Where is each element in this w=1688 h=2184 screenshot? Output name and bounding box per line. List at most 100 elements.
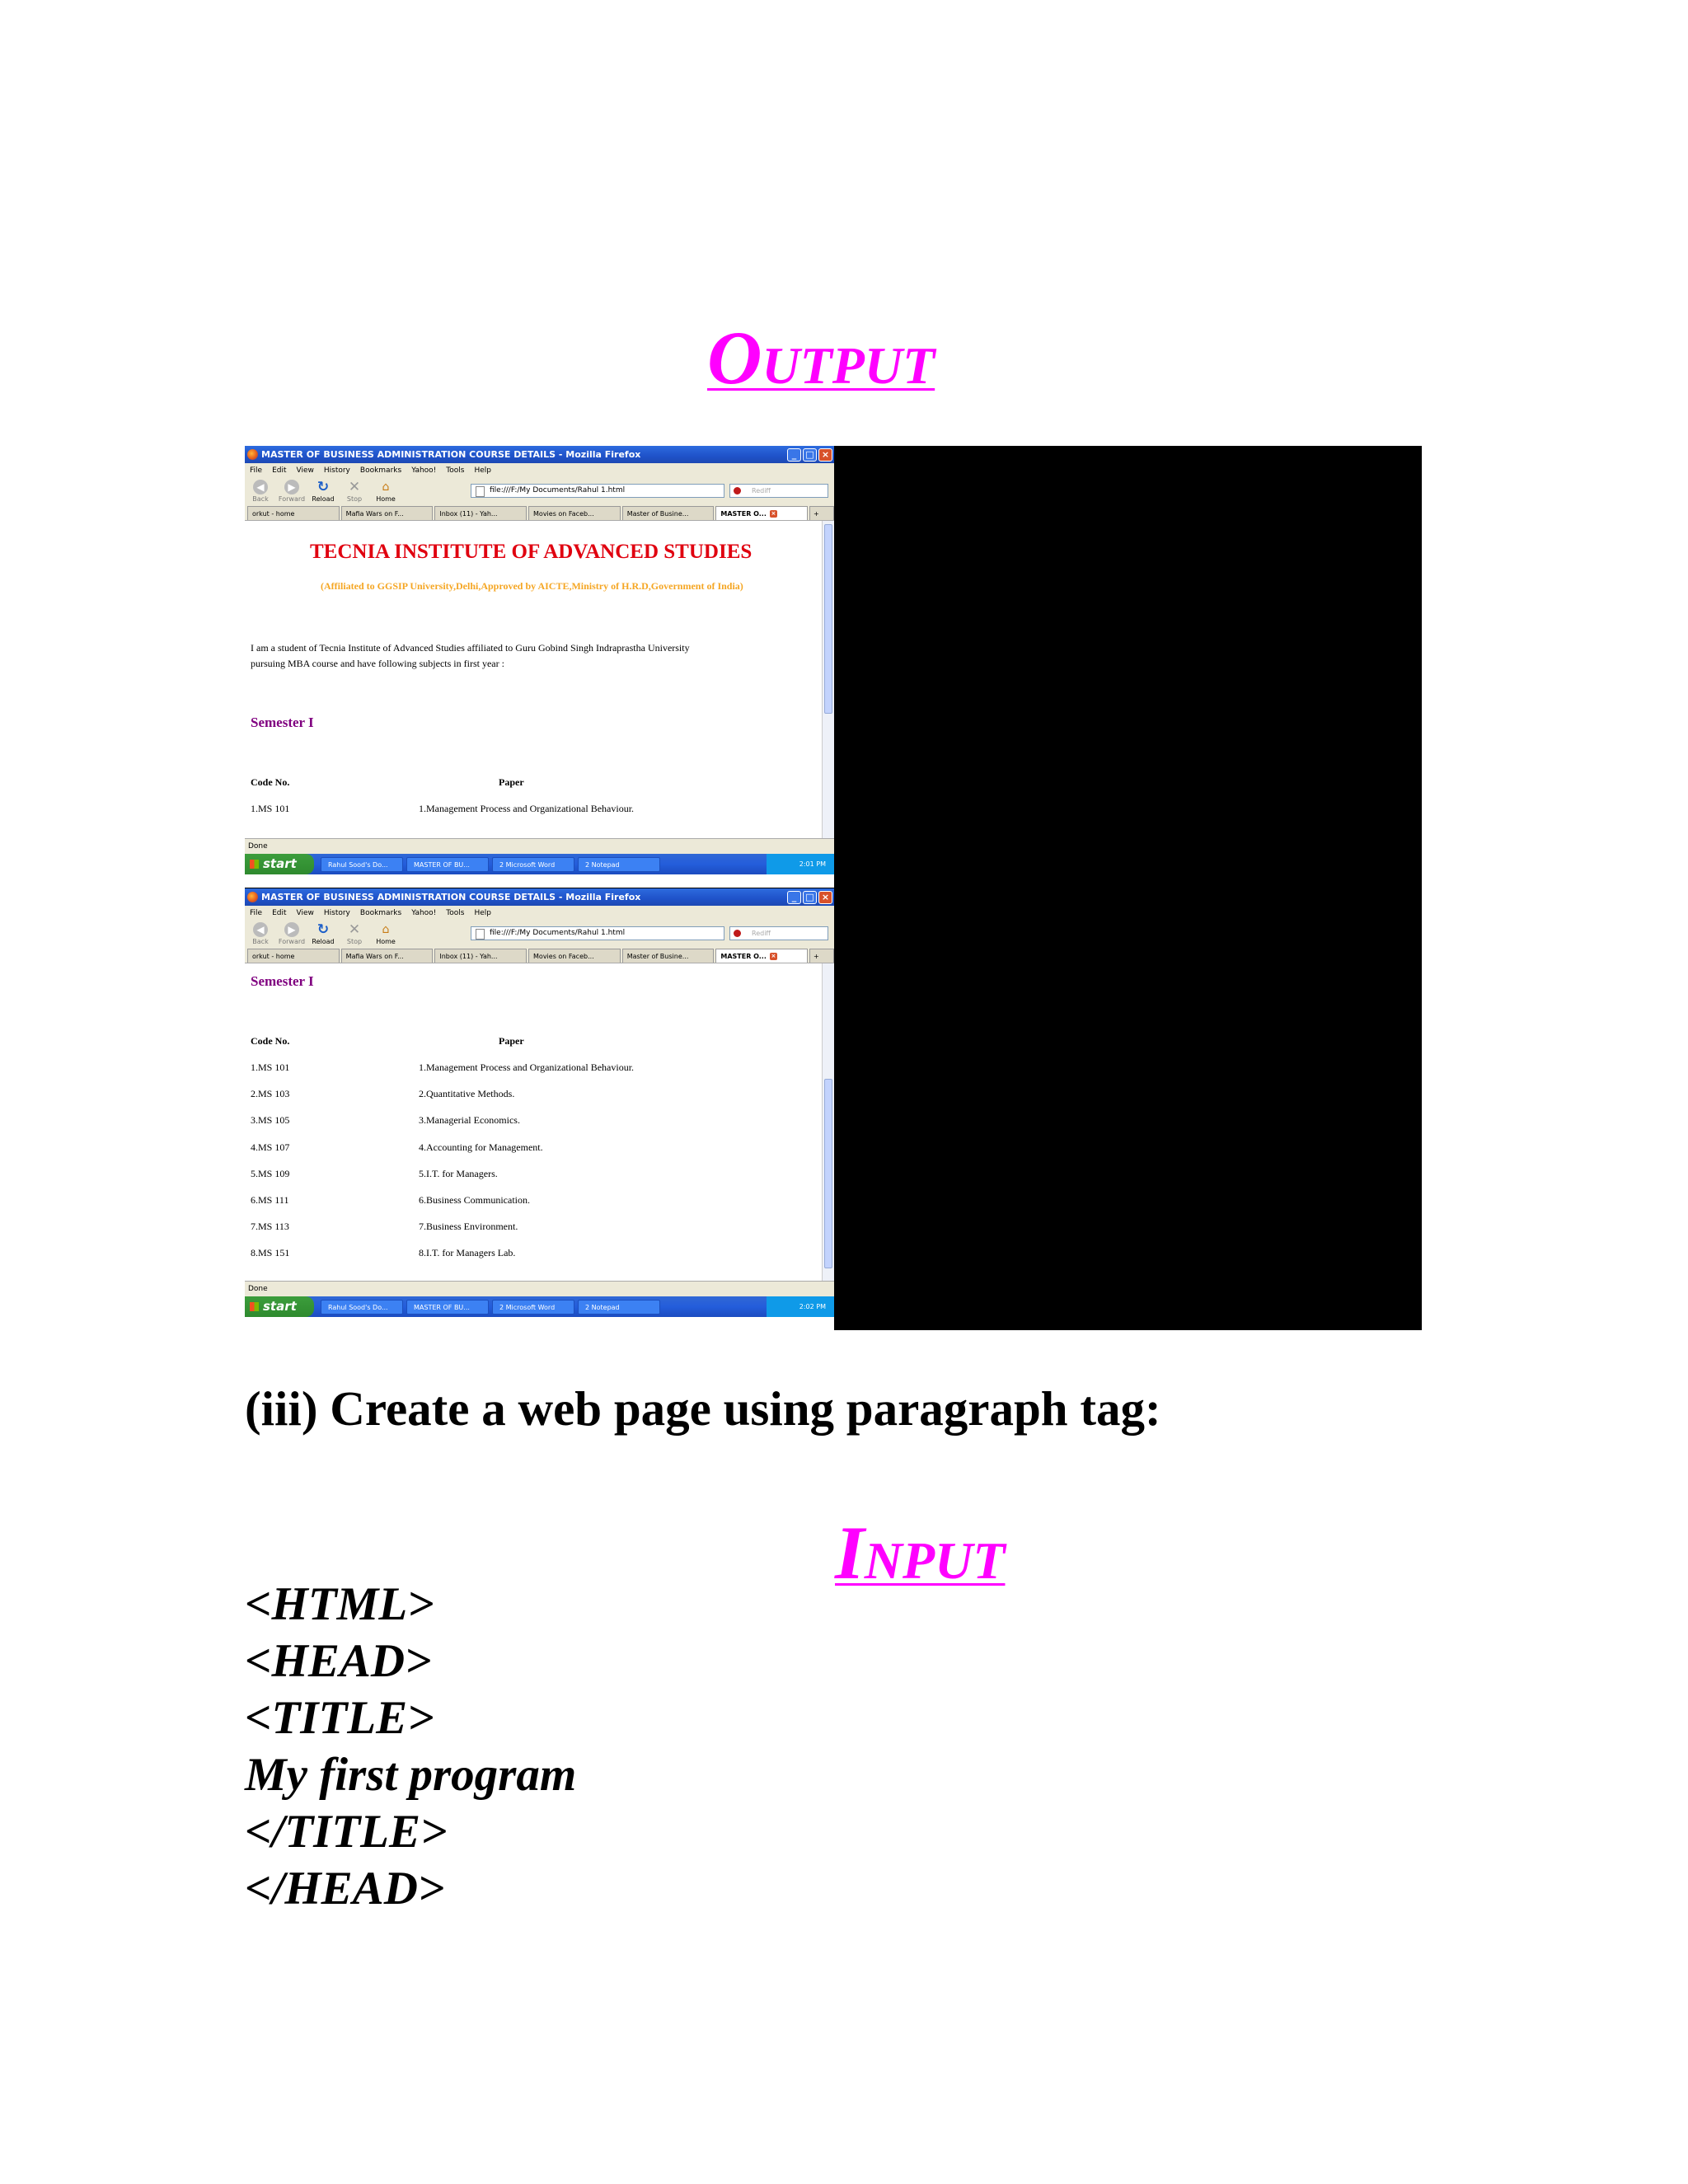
- scrollbar-thumb[interactable]: [824, 1079, 832, 1268]
- tab-movies[interactable]: Movies on Faceb...: [528, 506, 621, 520]
- menu-yahoo[interactable]: Yahoo!: [411, 466, 436, 475]
- taskbar-item-notepad[interactable]: 2 Notepad: [578, 856, 660, 872]
- url-bar[interactable]: file:///F:/My Documents/Rahul 1.html☆ ▾: [471, 926, 724, 940]
- row-paper: 1.Management Process and Organizational …: [419, 803, 635, 814]
- window-titlebar: MASTER OF BUSINESS ADMINISTRATION COURSE…: [245, 888, 834, 906]
- start-button[interactable]: start: [245, 1296, 314, 1317]
- forward-button[interactable]: ▶ Forward: [276, 922, 307, 945]
- stop-button[interactable]: ✕ Stop: [339, 480, 370, 503]
- reload-icon: ↻: [316, 921, 330, 938]
- home-icon: ⌂: [382, 480, 390, 494]
- row-code: 1.MS 101: [251, 803, 290, 814]
- maximize-button[interactable]: □: [803, 448, 817, 462]
- menu-file[interactable]: File: [250, 909, 262, 917]
- reload-button[interactable]: ↻ Reload: [307, 922, 339, 945]
- semester-heading: Semester I: [251, 973, 314, 989]
- menu-yahoo[interactable]: Yahoo!: [411, 909, 436, 917]
- reload-icon: ↻: [316, 479, 330, 495]
- tab-movies[interactable]: Movies on Faceb...: [528, 949, 621, 963]
- search-placeholder: Rediff: [752, 930, 771, 937]
- menu-help[interactable]: Help: [474, 466, 491, 475]
- taskbar-item-word[interactable]: 2 Microsoft Word: [492, 856, 574, 872]
- tab-label: MASTER O...: [720, 509, 767, 518]
- status-text: Done: [248, 1285, 268, 1293]
- tab-master-of-business[interactable]: Master of Busine...: [621, 949, 715, 963]
- back-label: Back: [252, 938, 269, 945]
- url-text: file:///F:/My Documents/Rahul 1.html: [490, 486, 626, 494]
- output-heading: Output: [707, 316, 935, 400]
- back-arrow-icon: ◀: [253, 922, 268, 937]
- tab-orkut[interactable]: orkut - home: [247, 949, 340, 963]
- firefox-icon: [247, 892, 258, 902]
- taskbar-item-folder[interactable]: Rahul Sood's Do...: [321, 1299, 403, 1315]
- row-code: 2.MS 103: [251, 1088, 290, 1100]
- search-input[interactable]: Rediff: [729, 484, 828, 498]
- taskbar-item-word[interactable]: 2 Microsoft Word: [492, 1299, 574, 1315]
- back-button[interactable]: ◀ Back: [245, 480, 276, 503]
- taskbar-item-notepad[interactable]: 2 Notepad: [578, 1299, 660, 1315]
- taskbar-item-label: 2 Notepad: [585, 1303, 620, 1311]
- reload-button[interactable]: ↻ Reload: [307, 480, 339, 503]
- home-label: Home: [376, 495, 396, 503]
- forward-button[interactable]: ▶ Forward: [276, 480, 307, 503]
- tab-mafia-wars[interactable]: Mafia Wars on F...: [340, 506, 434, 520]
- tab-close-icon[interactable]: ×: [769, 509, 777, 518]
- tab-orkut[interactable]: orkut - home: [247, 506, 340, 520]
- url-bar[interactable]: file:///F:/My Documents/Rahul 1.html☆ ▾: [471, 484, 724, 498]
- window-title: MASTER OF BUSINESS ADMINISTRATION COURSE…: [261, 449, 641, 460]
- input-heading: Input: [835, 1511, 1006, 1595]
- home-label: Home: [376, 938, 396, 945]
- scrollbar-thumb[interactable]: [824, 524, 832, 714]
- tab-master-active[interactable]: MASTER O... ×: [715, 949, 809, 963]
- new-tab-button[interactable]: +: [809, 949, 834, 963]
- tab-master-of-business[interactable]: Master of Busine...: [621, 506, 715, 520]
- menu-history[interactable]: History: [324, 909, 350, 917]
- minimize-button[interactable]: _: [787, 890, 801, 904]
- tab-label: Inbox (11) - Yah...: [439, 509, 498, 518]
- vertical-scrollbar[interactable]: [822, 963, 834, 1281]
- tab-inbox[interactable]: Inbox (11) - Yah...: [434, 506, 528, 520]
- taskbar-item-firefox[interactable]: MASTER OF BU...: [406, 856, 489, 872]
- vertical-scrollbar[interactable]: [822, 521, 834, 838]
- code-line: <TITLE>: [245, 1692, 434, 1744]
- row-paper: 2.Quantitative Methods.: [419, 1088, 515, 1100]
- new-tab-button[interactable]: +: [809, 506, 834, 520]
- start-button[interactable]: start: [245, 854, 314, 874]
- tab-master-active[interactable]: MASTER O... ×: [715, 506, 809, 520]
- menu-view[interactable]: View: [297, 909, 314, 917]
- close-button[interactable]: ×: [818, 890, 832, 904]
- tab-mafia-wars[interactable]: Mafia Wars on F...: [340, 949, 434, 963]
- navigation-toolbar: ◀ Back ▶ Forward ↻ Reload ✕ Stop ⌂ Home file:…: [245, 477, 834, 505]
- menu-tools[interactable]: Tools: [446, 909, 464, 917]
- taskbar-item-folder[interactable]: Rahul Sood's Do...: [321, 856, 403, 872]
- back-label: Back: [252, 495, 269, 503]
- menu-history[interactable]: History: [324, 466, 350, 475]
- menu-file[interactable]: File: [250, 466, 262, 475]
- minimize-button[interactable]: _: [787, 448, 801, 462]
- forward-label: Forward: [278, 938, 306, 945]
- maximize-button[interactable]: □: [803, 890, 817, 904]
- menu-bookmarks[interactable]: Bookmarks: [360, 466, 401, 475]
- tab-close-icon[interactable]: ×: [769, 952, 777, 960]
- taskbar-item-label: MASTER OF BU...: [414, 860, 470, 869]
- back-button[interactable]: ◀ Back: [245, 922, 276, 945]
- home-button[interactable]: ⌂ Home: [370, 922, 401, 945]
- column-header-paper: Paper: [499, 1035, 524, 1047]
- menu-help[interactable]: Help: [474, 909, 491, 917]
- system-tray-clock: 2:01 PM: [766, 854, 834, 874]
- menu-edit[interactable]: Edit: [272, 466, 286, 475]
- menu-tools[interactable]: Tools: [446, 466, 464, 475]
- home-button[interactable]: ⌂ Home: [370, 480, 401, 503]
- row-code: 3.MS 105: [251, 1114, 290, 1127]
- menu-bookmarks[interactable]: Bookmarks: [360, 909, 401, 917]
- row-code: 4.MS 107: [251, 1141, 290, 1153]
- menu-edit[interactable]: Edit: [272, 909, 286, 917]
- stop-button[interactable]: ✕ Stop: [339, 922, 370, 945]
- tab-inbox[interactable]: Inbox (11) - Yah...: [434, 949, 528, 963]
- taskbar-item-firefox[interactable]: MASTER OF BU...: [406, 1299, 489, 1315]
- taskbar-item-label: Rahul Sood's Do...: [328, 1303, 388, 1311]
- menu-view[interactable]: View: [297, 466, 314, 475]
- search-input[interactable]: Rediff: [729, 926, 828, 940]
- navigation-toolbar: ◀ Back ▶ Forward ↻ Reload ✕ Stop ⌂ Home file:…: [245, 920, 834, 948]
- close-button[interactable]: ×: [818, 448, 832, 462]
